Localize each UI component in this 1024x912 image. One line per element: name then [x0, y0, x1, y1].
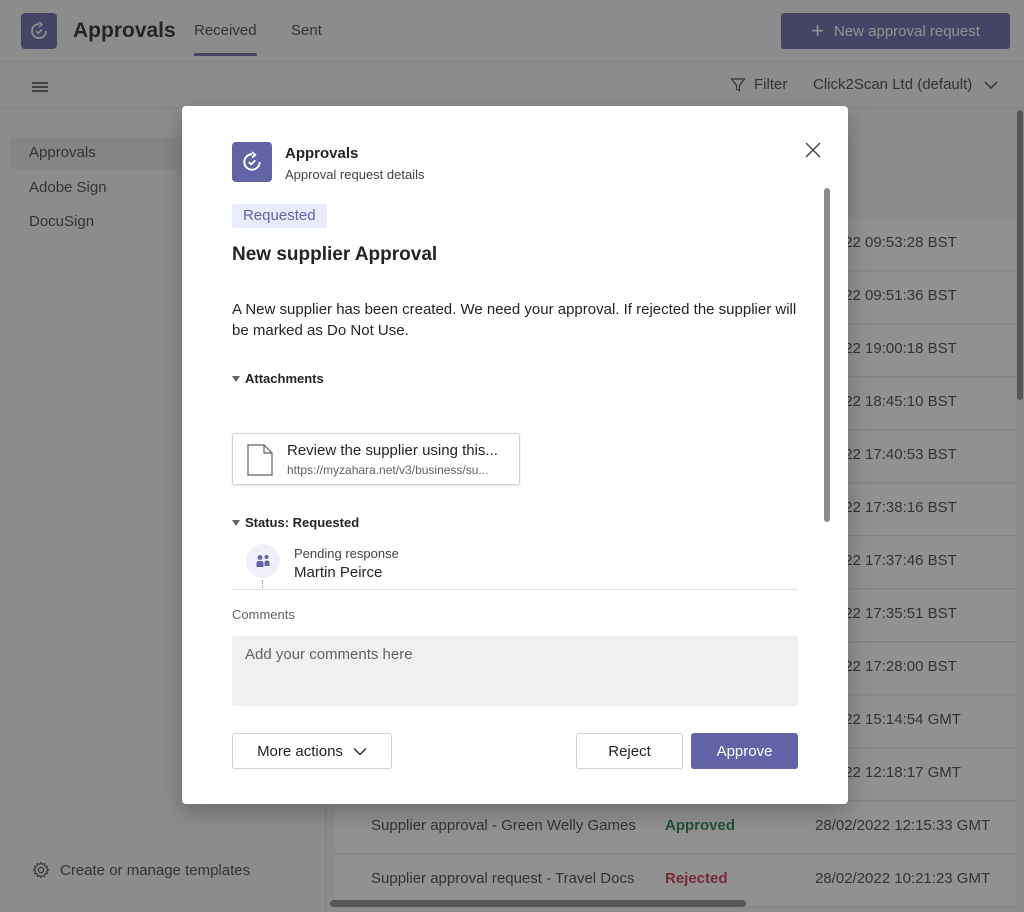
people-icon	[246, 544, 280, 578]
request-description: A New supplier has been created. We need…	[232, 301, 797, 339]
attachments-heading-label: Attachments	[245, 371, 324, 386]
timeline-connector	[262, 580, 264, 588]
caret-down-icon	[232, 375, 240, 382]
status-badge: Requested	[232, 204, 327, 228]
approver-name: Martin Peirce	[294, 564, 383, 581]
more-actions-label: More actions	[257, 742, 343, 760]
comments-label: Comments	[232, 607, 295, 622]
approval-details-dialog: Approvals Approval request details Reque…	[182, 106, 848, 804]
request-title: New supplier Approval	[232, 244, 438, 265]
attachment-url: https://myzahara.net/v3/business/su...	[287, 463, 489, 477]
attachment-link-card[interactable]: Review the supplier using this... https:…	[232, 433, 520, 485]
dialog-app-name: Approvals	[285, 145, 359, 162]
more-actions-button[interactable]: More actions	[232, 733, 392, 769]
comments-input[interactable]	[232, 636, 798, 706]
approver-status: Pending response	[294, 546, 399, 561]
approve-button[interactable]: Approve	[691, 733, 798, 769]
status-heading-label: Status: Requested	[245, 515, 360, 530]
dialog-subtitle: Approval request details	[285, 167, 425, 182]
attachment-title: Review the supplier using this...	[287, 442, 498, 459]
chevron-down-icon	[353, 747, 367, 755]
attachments-heading[interactable]: Attachments	[232, 371, 324, 386]
reject-button[interactable]: Reject	[576, 733, 683, 769]
caret-down-icon	[232, 519, 240, 526]
divider	[232, 589, 798, 590]
dialog-scrollbar[interactable]	[824, 188, 830, 522]
document-icon	[247, 444, 273, 476]
approvals-app-icon	[232, 142, 272, 182]
close-icon[interactable]	[802, 139, 824, 161]
status-heading[interactable]: Status: Requested	[232, 515, 359, 530]
